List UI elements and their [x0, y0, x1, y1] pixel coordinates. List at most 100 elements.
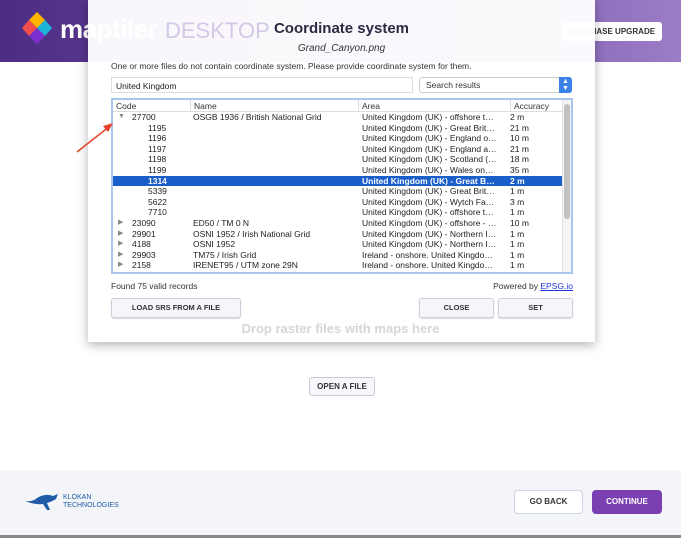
row-name: TM75 / Irish Grid [193, 249, 257, 260]
found-count: Found 75 valid records [111, 281, 198, 291]
row-area: United Kingdom (UK) - England a… [362, 143, 497, 154]
row-accuracy: 2 m [510, 112, 525, 122]
open-file-button[interactable]: OPEN A FILE [309, 377, 375, 396]
row-code: 2158 [132, 260, 151, 271]
row-code: 7710 [148, 207, 167, 218]
row-name: ED50 / TM 0 N [193, 217, 250, 228]
table-row[interactable]: 5622 United Kingdom (UK) - Wytch Fa… 3 m [113, 197, 571, 208]
row-accuracy: 1 m [510, 260, 525, 271]
row-accuracy: 10 m [510, 217, 529, 228]
col-accuracy[interactable]: Accuracy [510, 100, 564, 111]
row-name [190, 133, 358, 144]
table-row[interactable]: 1195 United Kingdom (UK) - Great Brit… 2… [113, 123, 571, 134]
row-name [190, 207, 358, 218]
srs-table: Code Name Area Accuracy ▼ 27700 OSGB 1936… [111, 98, 573, 274]
table-row[interactable]: 1196 United Kingdom (UK) - England o… 10… [113, 133, 571, 144]
row-area: United Kingdom (UK) - Great Brit… [362, 122, 495, 133]
table-row[interactable]: 1198 United Kingdom (UK) - Scotland (… 1… [113, 154, 571, 165]
row-accuracy: 1 m [510, 186, 525, 197]
disclosure-collapsed-icon[interactable]: ▶ [118, 260, 132, 271]
row-area: United Kingdom (UK) - offshore t… [362, 207, 494, 218]
row-area: United Kingdom (UK) - offshore - … [362, 217, 497, 228]
row-code: 27700 [132, 112, 156, 122]
row-code: 1199 [148, 164, 167, 175]
filter-select[interactable]: Search results ▲ ▼ [419, 77, 572, 93]
row-code: 1197 [148, 143, 167, 154]
row-area: United Kingdom (UK) - Scotland (… [362, 154, 497, 165]
row-accuracy: 18 m [510, 154, 529, 165]
row-code: 5622 [148, 196, 167, 207]
table-row[interactable]: 1199 United Kingdom (UK) - Wales on… 35 … [113, 165, 571, 176]
row-name: OSGB 1936 / British National Grid [193, 112, 322, 122]
row-accuracy: 3 m [510, 196, 525, 207]
kangaroo-icon [25, 494, 58, 510]
table-row[interactable]: 1314 United Kingdom (UK) - Great B… 2 m [113, 175, 571, 187]
row-name: IRENET95 / UTM zone 29N [193, 260, 298, 271]
disclosure-collapsed-icon[interactable]: ▶ [118, 229, 132, 240]
col-name[interactable]: Name [190, 100, 358, 111]
chevron-updown-icon: ▲ ▼ [559, 77, 572, 93]
klokan-logo: KLOKAN TECHNOLOGIES [25, 492, 119, 512]
go-back-button[interactable]: GO BACK [514, 490, 583, 514]
table-row[interactable]: ▶ 2158 IRENET95 / UTM zone 29N Ireland - … [113, 260, 571, 271]
scrollbar-thumb[interactable] [564, 104, 570, 219]
row-code: 29903 [132, 249, 156, 260]
row-accuracy: 1 m [510, 249, 525, 260]
table-row[interactable]: ▶ 29901 OSNI 1952 / Irish National Grid U… [113, 229, 571, 240]
row-accuracy: 1 m [510, 207, 525, 218]
row-area: United Kingdom (UK) - Great Brit… [362, 186, 495, 197]
row-area: United Kingdom (UK) - Northern I… [362, 239, 497, 250]
row-area: United Kingdom (UK) - Great B… [362, 175, 495, 186]
row-name [190, 176, 358, 187]
row-area: Ireland - onshore. United Kingdo… [362, 260, 493, 271]
row-code: 1314 [148, 175, 167, 186]
disclosure-collapsed-icon[interactable]: ▶ [118, 239, 132, 250]
row-accuracy: 1 m [510, 228, 525, 239]
disclosure-expanded-icon[interactable]: ▼ [118, 112, 132, 123]
row-code: 1196 [148, 133, 167, 144]
table-row[interactable]: 5339 United Kingdom (UK) - Great Brit… 1… [113, 186, 571, 197]
file-name: Grand_Canyon.png [297, 43, 386, 54]
row-accuracy: 1 m [510, 239, 525, 250]
col-area[interactable]: Area [358, 100, 510, 111]
row-name: OSNI 1952 [193, 239, 236, 250]
table-row[interactable]: ▶ 29903 TM75 / Irish Grid Ireland - onsho… [113, 250, 571, 261]
row-name [190, 144, 358, 155]
set-button[interactable]: SET [498, 298, 573, 318]
dialog-title: Coordinate system [273, 20, 410, 37]
disclosure-collapsed-icon[interactable]: ▶ [118, 250, 132, 261]
load-srs-button[interactable]: LOAD SRS FROM A FILE [111, 298, 241, 318]
table-row[interactable]: ▶ 23090 ED50 / TM 0 N United Kingdom (UK)… [113, 218, 571, 229]
coordinate-system-dialog: Coordinate system Grand_Canyon.png One o… [88, 0, 595, 342]
row-code: 29901 [132, 228, 156, 239]
row-code: 1195 [148, 122, 167, 133]
table-row[interactable]: 7710 United Kingdom (UK) - offshore t… 1… [113, 207, 571, 218]
table-row[interactable]: ▶ 4188 OSNI 1952 United Kingdom (UK) - No… [113, 239, 571, 250]
row-code: 5339 [148, 186, 167, 197]
dialog-message: One or more files do not contain coordin… [111, 61, 472, 71]
row-name [190, 186, 358, 197]
row-area: United Kingdom (UK) - offshore t… [362, 112, 494, 122]
scrollbar[interactable] [562, 100, 571, 272]
table-row[interactable]: ▼ 27700 OSGB 1936 / British National Grid… [113, 112, 571, 123]
row-accuracy: 35 m [510, 164, 529, 175]
row-code: 1198 [148, 154, 167, 165]
table-row[interactable]: 1197 United Kingdom (UK) - England a… 21… [113, 144, 571, 155]
epsg-link[interactable]: EPSG.io [540, 281, 573, 291]
row-area: Ireland - onshore. United Kingdo… [362, 249, 493, 260]
search-input[interactable]: United Kingdom [111, 77, 413, 93]
row-code: 23090 [132, 217, 156, 228]
row-name [190, 154, 358, 165]
table-header: Code Name Area Accuracy [113, 100, 571, 112]
row-accuracy: 21 m [510, 143, 529, 154]
maptiler-logo-icon [22, 12, 52, 44]
col-code[interactable]: Code [113, 100, 190, 111]
continue-button[interactable]: CONTINUE [592, 490, 662, 514]
row-name [190, 165, 358, 176]
row-name: OSNI 1952 / Irish National Grid [193, 228, 311, 239]
disclosure-collapsed-icon[interactable]: ▶ [118, 218, 132, 229]
footer: KLOKAN TECHNOLOGIES GO BACK CONTINUE [0, 470, 681, 538]
close-button[interactable]: CLOSE [419, 298, 494, 318]
row-area: United Kingdom (UK) - Wales on… [362, 164, 494, 175]
row-code: 4188 [132, 239, 151, 250]
